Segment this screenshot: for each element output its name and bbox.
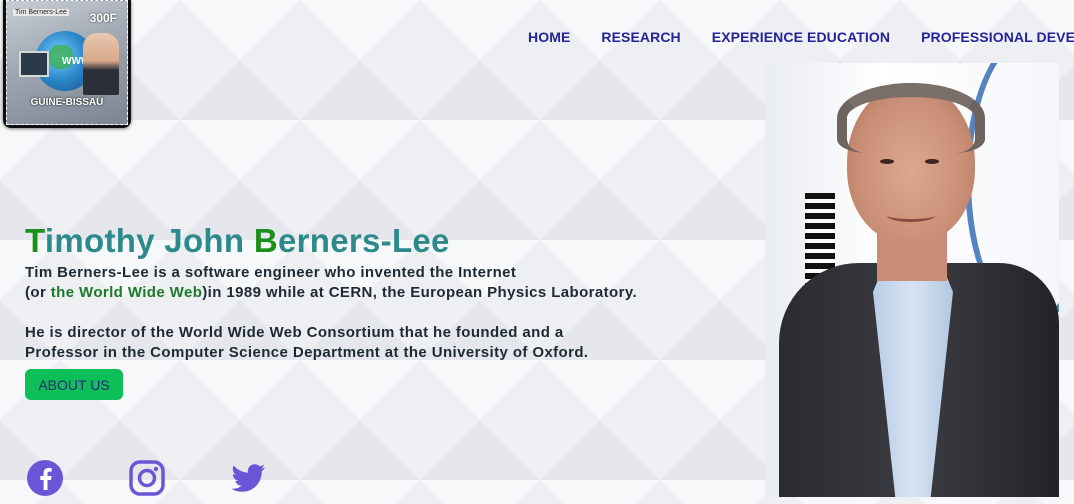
- stamp-caption: Tim Berners-Lee: [13, 9, 69, 16]
- description-line-1: Tim Berners-Lee is a software engineer w…: [25, 264, 517, 281]
- photo-eye-left: [880, 159, 894, 164]
- title-initial-b: B: [253, 222, 278, 259]
- description-line-3: He is director of the World Wide Web Con…: [25, 324, 564, 341]
- computer-icon: [19, 51, 49, 77]
- nav-research[interactable]: RESEARCH: [601, 29, 680, 45]
- description-line-2-pre: (or: [25, 284, 51, 301]
- stamp-portrait: [83, 33, 119, 95]
- stamp-value: 300F: [89, 11, 117, 25]
- facebook-link[interactable]: [26, 459, 64, 497]
- nav-home[interactable]: HOME: [528, 29, 570, 45]
- site-logo[interactable]: Tim Berners-Lee 300F WWW GUINE-BISSAU: [3, 0, 131, 128]
- title-part-last: erners-Lee: [277, 222, 450, 259]
- hero-description: Tim Berners-Lee is a software engineer w…: [25, 263, 637, 363]
- about-us-button[interactable]: ABOUT US: [25, 369, 123, 400]
- photo-mouth: [887, 209, 935, 222]
- twitter-icon: [231, 464, 265, 492]
- main-navigation: HOME RESEARCH EXPERIENCE EDUCATION PROFE…: [528, 29, 1074, 45]
- description-line-2: (or the World Wide Web)in 1989 while at …: [25, 283, 637, 303]
- photo-eye-right: [925, 159, 939, 164]
- portrait-photo: [765, 63, 1059, 497]
- facebook-icon: [27, 460, 63, 496]
- title-part-first: imothy John: [44, 222, 254, 259]
- instagram-icon: [129, 460, 165, 496]
- stamp-country: GUINE-BISSAU: [30, 97, 104, 108]
- description-line-2-post: )in 1989 while at CERN, the European Phy…: [202, 284, 638, 301]
- nav-experience-education[interactable]: EXPERIENCE EDUCATION: [712, 29, 890, 45]
- nav-professional-development[interactable]: PROFESSIONAL DEVELOP: [921, 29, 1074, 45]
- stamp-frame: Tim Berners-Lee 300F WWW GUINE-BISSAU: [6, 0, 128, 125]
- twitter-link[interactable]: [229, 459, 267, 497]
- photo-hair: [837, 83, 985, 153]
- description-line-4: Professor in the Computer Science Depart…: [25, 344, 589, 361]
- world-wide-web-link[interactable]: the World Wide Web: [51, 284, 203, 301]
- title-initial-t: T: [25, 222, 45, 259]
- hero-title: Timothy John Berners-Lee: [25, 222, 450, 260]
- instagram-link[interactable]: [128, 459, 166, 497]
